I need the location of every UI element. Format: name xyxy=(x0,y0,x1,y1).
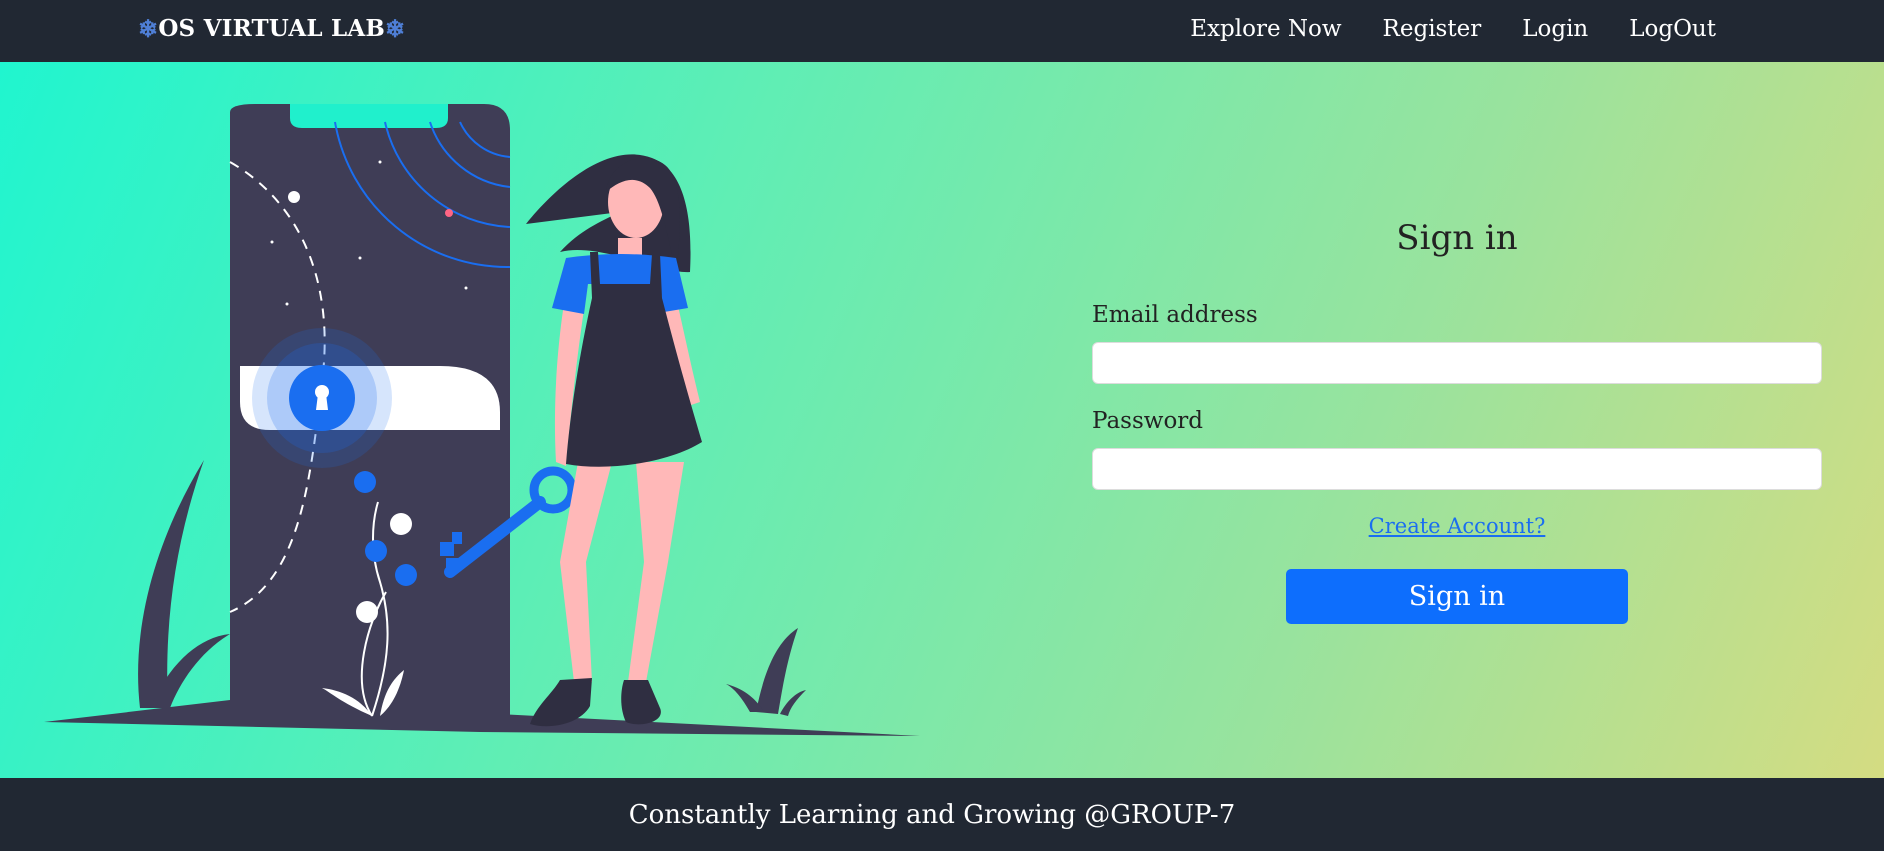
snowflake-icon: ❄ xyxy=(385,14,406,43)
password-label: Password xyxy=(1092,408,1204,434)
nav-login[interactable]: Login xyxy=(1522,16,1588,42)
password-field[interactable] xyxy=(1092,448,1822,490)
navbar: ❄ OS VIRTUAL LAB ❄ Explore Now Register … xyxy=(0,0,1884,62)
nav-logout[interactable]: LogOut xyxy=(1629,16,1716,42)
grass-right-blade xyxy=(726,684,764,712)
email-field[interactable] xyxy=(1092,342,1822,384)
brand[interactable]: ❄ OS VIRTUAL LAB ❄ xyxy=(138,14,405,43)
footer-text: Constantly Learning and Growing @GROUP-7 xyxy=(628,800,1236,830)
grass-right-blade xyxy=(780,690,806,716)
create-account-link[interactable]: Create Account? xyxy=(1092,514,1822,538)
grass-left xyxy=(138,460,204,708)
hero-section: Sign in Email address Password Create Ac… xyxy=(0,62,1884,778)
footer: Constantly Learning and Growing @GROUP-7 xyxy=(0,778,1884,851)
snowflake-icon: ❄ xyxy=(138,14,159,43)
email-label: Email address xyxy=(1092,302,1258,328)
phone-notch xyxy=(290,104,448,128)
login-illustration xyxy=(44,104,920,736)
woman-figure xyxy=(526,154,702,727)
nav-register[interactable]: Register xyxy=(1383,16,1482,42)
brand-label: OS VIRTUAL LAB xyxy=(158,15,386,42)
signin-form: Sign in Email address Password Create Ac… xyxy=(1092,62,1822,778)
nav-explore-now[interactable]: Explore Now xyxy=(1190,16,1341,42)
signin-button[interactable]: Sign in xyxy=(1286,569,1628,624)
nav-links: Explore Now Register Login LogOut xyxy=(1190,16,1716,42)
signin-title: Sign in xyxy=(1396,218,1518,258)
